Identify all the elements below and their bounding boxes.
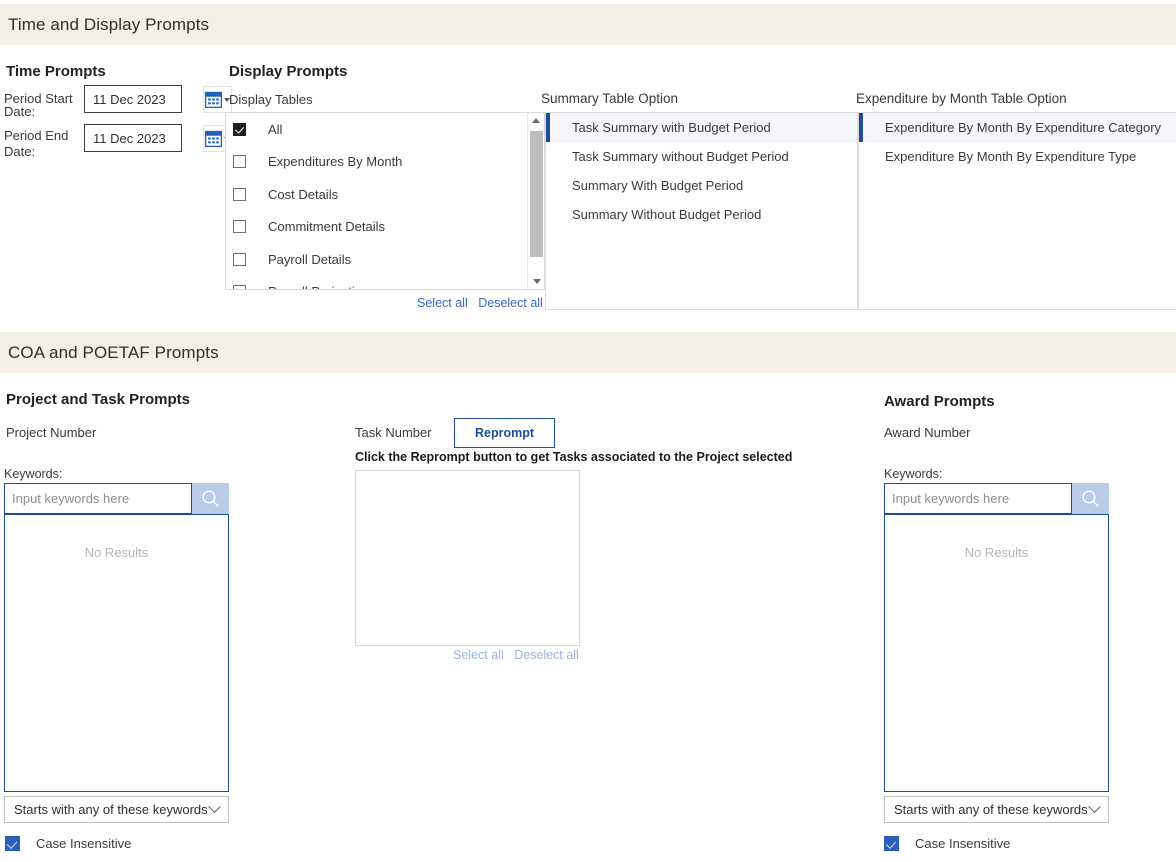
award-match-mode-select[interactable]: Starts with any of these keywords: [884, 796, 1109, 823]
search-icon: [202, 490, 219, 507]
project-match-mode-select[interactable]: Starts with any of these keywords: [4, 796, 229, 823]
task-select-links: Select all Deselect all: [453, 648, 579, 662]
project-keywords-input[interactable]: [4, 483, 192, 514]
display-tables-label: Display Tables: [229, 92, 313, 107]
display-prompts-heading: Display Prompts: [229, 63, 348, 80]
section-title: COA and POETAF Prompts: [8, 342, 219, 362]
task-results-list[interactable]: [355, 470, 580, 646]
display-table-label: Commitment Details: [268, 219, 386, 235]
project-match-mode-value: Starts with any of these keywords: [14, 802, 208, 817]
section-title: Time and Display Prompts: [8, 14, 210, 34]
summary-table-option-heading: Summary Table Option: [541, 91, 679, 106]
display-table-label: Payroll Details: [268, 251, 352, 267]
project-search-button[interactable]: [192, 483, 229, 514]
section-header-time-and-display: Time and Display Prompts: [0, 4, 1176, 45]
search-icon: [1082, 490, 1099, 507]
deselect-all-link[interactable]: Deselect all: [478, 296, 543, 310]
display-table-row[interactable]: Expenditures By Month: [226, 146, 544, 179]
period-end-date-label: Period End Date:: [4, 128, 69, 159]
award-no-results-text: No Results: [964, 545, 1029, 560]
display-tables-rows: All Expenditures By Month Cost Details Comm…: [226, 113, 544, 289]
award-case-insensitive-checkbox[interactable]: [884, 836, 899, 851]
project-case-insensitive-checkbox[interactable]: [5, 836, 20, 851]
award-match-mode-value: Starts with any of these keywords: [894, 802, 1088, 817]
award-keywords-input[interactable]: [884, 483, 1072, 514]
display-table-checkbox[interactable]: [233, 155, 246, 169]
summary-table-option-rows: Task Summary with Budget Period Task Summ…: [546, 113, 857, 229]
expenditure-table-option-rows: Expenditure By Month By Expenditure Cate…: [859, 113, 1176, 171]
project-case-insensitive-row[interactable]: Case Insensitive: [5, 836, 131, 851]
section-header-coa-and-poetaf: COA and POETAF Prompts: [0, 332, 1176, 373]
chevron-down-icon: [208, 800, 221, 814]
award-results-list[interactable]: No Results: [884, 514, 1109, 792]
option-row[interactable]: Summary With Budget Period: [546, 171, 857, 200]
scroll-thumb[interactable]: [530, 131, 543, 257]
display-table-row[interactable]: All: [226, 113, 544, 146]
display-table-label: All: [268, 121, 283, 137]
option-row[interactable]: Task Summary with Budget Period: [546, 113, 857, 142]
expenditure-table-option-heading: Expenditure by Month Table Option: [856, 91, 1067, 106]
display-tables-scrollbar[interactable]: [527, 113, 544, 289]
project-no-results-text: No Results: [84, 545, 149, 560]
task-number-label: Task Number: [355, 425, 432, 440]
time-prompts-heading: Time Prompts: [6, 63, 106, 80]
chevron-down-icon: [1088, 800, 1101, 814]
scroll-up-arrow-icon[interactable]: [528, 113, 544, 128]
option-row[interactable]: Expenditure By Month By Expenditure Type: [859, 142, 1176, 171]
display-table-row[interactable]: Payroll Details: [226, 243, 544, 276]
award-prompts-heading: Award Prompts: [884, 393, 995, 410]
display-table-checkbox[interactable]: [233, 220, 246, 234]
display-table-checkbox[interactable]: [233, 285, 246, 289]
calendar-icon: [205, 91, 222, 108]
display-table-checkbox[interactable]: [233, 122, 246, 136]
project-case-insensitive-label: Case Insensitive: [36, 836, 132, 851]
project-number-label: Project Number: [6, 425, 97, 440]
display-table-row[interactable]: Cost Details: [226, 178, 544, 211]
period-start-date-label: Period Start Date:: [4, 91, 73, 119]
display-table-label: Cost Details: [268, 186, 339, 202]
display-tables-select-links: Select all Deselect all: [417, 296, 543, 310]
project-keywords-label: Keywords:: [4, 467, 63, 481]
project-task-prompts-heading: Project and Task Prompts: [6, 391, 190, 408]
award-case-insensitive-row[interactable]: Case Insensitive: [884, 836, 1010, 851]
calendar-icon-start[interactable]: [203, 86, 232, 113]
period-end-date-input[interactable]: [84, 124, 182, 152]
project-results-list[interactable]: No Results: [4, 514, 229, 792]
option-row[interactable]: Expenditure By Month By Expenditure Cate…: [859, 113, 1176, 142]
display-table-checkbox[interactable]: [233, 252, 246, 266]
display-table-checkbox[interactable]: [233, 187, 246, 201]
option-row[interactable]: Task Summary without Budget Period: [546, 142, 857, 171]
expenditure-table-option-listbox[interactable]: Expenditure By Month By Expenditure Cate…: [858, 112, 1176, 310]
display-tables-listbox[interactable]: All Expenditures By Month Cost Details Comm…: [225, 112, 545, 290]
summary-table-option-listbox[interactable]: Task Summary with Budget Period Task Summ…: [545, 112, 858, 310]
task-deselect-all-link[interactable]: Deselect all: [514, 648, 579, 662]
reprompt-hint-text: Click the Reprompt button to get Tasks a…: [355, 450, 793, 464]
award-keywords-label: Keywords:: [884, 467, 943, 481]
select-all-link[interactable]: Select all: [417, 296, 468, 310]
award-number-label: Award Number: [884, 425, 971, 440]
task-select-all-link[interactable]: Select all: [453, 648, 504, 662]
scroll-down-arrow-icon[interactable]: [528, 274, 544, 289]
display-table-row[interactable]: Commitment Details: [226, 211, 544, 244]
calendar-icon: [205, 130, 222, 147]
option-row[interactable]: Summary Without Budget Period: [546, 200, 857, 229]
display-table-label: Expenditures By Month: [268, 154, 403, 170]
display-table-row[interactable]: Payroll Projections: [226, 276, 544, 289]
reprompt-button[interactable]: Reprompt: [454, 418, 555, 448]
period-start-date-input[interactable]: [84, 85, 182, 113]
award-search-button[interactable]: [1072, 483, 1109, 514]
display-table-label: Payroll Projections: [268, 284, 376, 289]
award-case-insensitive-label: Case Insensitive: [915, 836, 1011, 851]
